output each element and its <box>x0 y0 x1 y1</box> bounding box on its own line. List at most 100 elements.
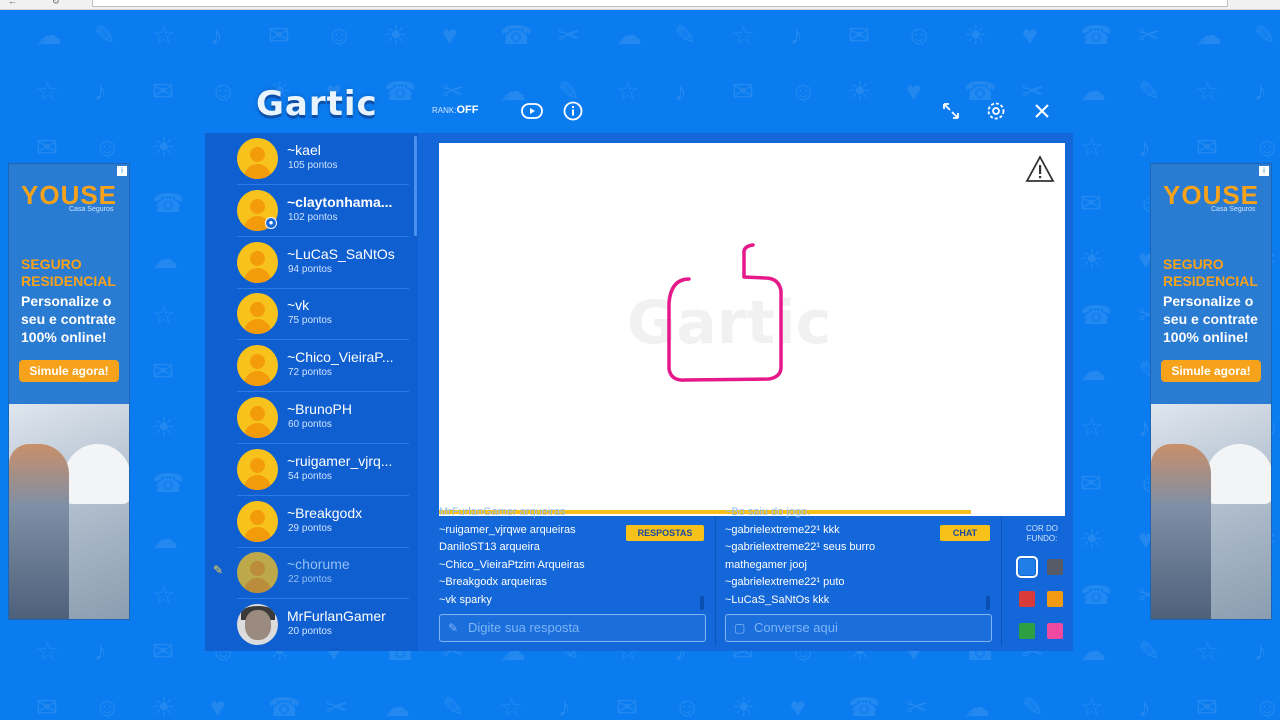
player-points: 75 pontos <box>288 315 332 327</box>
background-doodle-icon: ♪ <box>1138 692 1151 720</box>
player-row[interactable]: MrFurlanGamer 20 pontos <box>237 599 409 651</box>
ad-banner-left[interactable]: i YOUSE Casa Seguros SEGURO RESIDENCIAL … <box>8 163 130 620</box>
background-color-swatch[interactable] <box>1019 591 1035 607</box>
player-row[interactable]: ~LuCaS_SaNtOs 94 pontos <box>237 237 409 289</box>
player-row[interactable]: ~chorume 22 pontos <box>237 547 409 600</box>
background-doodle-icon: ✉ <box>36 132 58 162</box>
background-color-swatch[interactable] <box>1016 556 1038 578</box>
address-bar[interactable] <box>92 0 1228 7</box>
background-doodle-icon: ✉ <box>36 692 58 720</box>
ad-cta-button[interactable]: Simule agora! <box>1161 360 1261 382</box>
background-doodle-icon: ✉ <box>848 20 870 50</box>
settings-icon[interactable] <box>985 100 1007 122</box>
background-doodle-icon: ☁ <box>152 524 178 554</box>
background-doodle-icon: ♪ <box>94 636 107 666</box>
background-doodle-icon: ☆ <box>1080 692 1104 720</box>
answer-line: ~Breakgodx arqueiras <box>439 576 547 588</box>
player-row[interactable]: ~kael 105 pontos <box>237 133 409 185</box>
ad-info-icon[interactable]: i <box>117 166 127 176</box>
background-doodle-icon: ✎ <box>674 20 696 50</box>
answer-input-placeholder: Digite sua resposta <box>468 620 580 635</box>
chat-scrollbar[interactable] <box>986 596 990 610</box>
chat-line: mathegamer jooj <box>725 558 807 571</box>
background-color-swatch[interactable] <box>1047 591 1063 607</box>
background-doodle-icon: ♪ <box>674 76 687 106</box>
answer-input[interactable]: ✎ Digite sua resposta <box>439 614 706 642</box>
background-doodle-icon: ♥ <box>906 76 922 106</box>
answer-line: ~vk sparky <box>439 593 492 606</box>
player-points: 94 pontos <box>288 263 332 275</box>
background-doodle-icon: ☆ <box>152 20 176 50</box>
background-doodle-icon: ♪ <box>210 20 223 50</box>
background-doodle-icon: ✎ <box>442 692 464 720</box>
player-points: 29 pontos <box>288 522 332 534</box>
ad-info-icon[interactable]: i <box>1259 166 1269 176</box>
background-doodle-icon: ✉ <box>268 20 290 50</box>
background-doodle-icon: ♪ <box>94 76 107 106</box>
background-doodle-icon: ✉ <box>1196 692 1218 720</box>
background-doodle-icon: ☆ <box>1196 76 1220 106</box>
background-doodle-icon: ✂ <box>326 692 348 720</box>
rank-status[interactable]: RANK:OFF <box>432 104 478 116</box>
background-doodle-icon: ✉ <box>152 76 174 106</box>
background-doodle-icon: ☺ <box>210 76 237 106</box>
ad-copy: Personalize o seu e contrate 100% online… <box>21 293 116 345</box>
background-color-swatch[interactable] <box>1019 623 1035 639</box>
background-doodle-icon: ☆ <box>1196 636 1220 666</box>
drawing-canvas[interactable]: Gartic <box>439 143 1065 508</box>
background-doodle-icon: ✎ <box>94 20 116 50</box>
ad-banner-right[interactable]: i YOUSE Casa Seguros SEGURO RESIDENCIAL … <box>1150 163 1272 620</box>
background-doodle-icon: ♪ <box>1138 132 1151 162</box>
report-warning-icon[interactable] <box>1025 155 1055 188</box>
player-name: ~kael <box>287 142 321 158</box>
background-doodle-icon: ♪ <box>1254 636 1267 666</box>
avatar <box>237 500 278 542</box>
reload-icon[interactable]: ↻ <box>52 0 60 7</box>
background-doodle-icon: ♪ <box>790 20 803 50</box>
background-doodle-icon: ♥ <box>1022 20 1038 50</box>
gartic-logo[interactable]: Gartic <box>256 84 378 124</box>
player-name: ~ruigamer_vjrq... <box>287 452 393 469</box>
avatar <box>237 552 278 594</box>
background-doodle-icon: ☀ <box>1080 244 1104 274</box>
background-doodle-icon: ☆ <box>616 76 640 106</box>
background-doodle-icon: ☁ <box>152 244 178 274</box>
play-icon[interactable] <box>520 100 543 122</box>
back-icon[interactable]: ← <box>8 0 17 6</box>
chat-line: ~gabrielextreme22¹ seus burro <box>725 541 876 553</box>
close-icon[interactable] <box>1031 100 1053 122</box>
ad-cta-button[interactable]: Simule agora! <box>19 360 119 382</box>
player-row[interactable]: ~Chico_VieiraP... 72 pontos <box>237 340 409 393</box>
info-icon[interactable] <box>562 100 584 122</box>
player-name: ~claytonhama... <box>287 193 393 210</box>
player-row[interactable]: ~BrunoPH 60 pontos <box>237 392 409 444</box>
background-doodle-icon: ☆ <box>1080 412 1104 442</box>
answer-line: DaniloST13 arqueira <box>439 541 540 553</box>
background-color-swatch[interactable] <box>1047 559 1063 575</box>
avatar <box>237 345 278 387</box>
expand-icon[interactable] <box>940 100 962 122</box>
player-row[interactable]: ~ruigamer_vjrq... 54 pontos <box>237 444 409 496</box>
background-doodle-icon: ☆ <box>500 692 524 720</box>
background-doodle-icon: ☆ <box>1080 132 1104 162</box>
chat-line: ~gabrielextreme22¹ kkk <box>725 523 840 536</box>
player-row[interactable]: ● ~claytonhama... 102 pontos <box>237 185 409 237</box>
background-doodle-icon: ☁ <box>384 692 410 720</box>
answers-scrollbar[interactable] <box>700 596 704 610</box>
answer-line: ~Chico_VieiraPtzim Arqueiras <box>439 558 585 571</box>
chat-input-placeholder: Converse aqui <box>754 620 838 635</box>
player-points: 72 pontos <box>288 367 332 379</box>
background-doodle-icon: ☆ <box>36 76 60 106</box>
player-row[interactable]: ~Breakgodx 29 pontos <box>237 496 409 548</box>
player-points: 22 pontos <box>288 574 332 586</box>
background-doodle-icon: ☺ <box>906 20 933 50</box>
background-doodle-icon: ✎ <box>1022 692 1044 720</box>
chat-input[interactable]: ▢ Converse aqui <box>725 614 992 642</box>
browser-toolbar: ← ↻ <box>0 0 1280 10</box>
player-list-scrollbar[interactable] <box>414 136 417 236</box>
answer-line: ~ruigamer_vjrqwe arqueiras <box>439 523 576 536</box>
background-doodle-icon: ☎ <box>1080 580 1113 610</box>
background-color-swatch[interactable] <box>1047 623 1063 639</box>
background-doodle-icon: ☆ <box>36 636 60 666</box>
player-row[interactable]: ~vk 75 pontos <box>237 288 409 341</box>
